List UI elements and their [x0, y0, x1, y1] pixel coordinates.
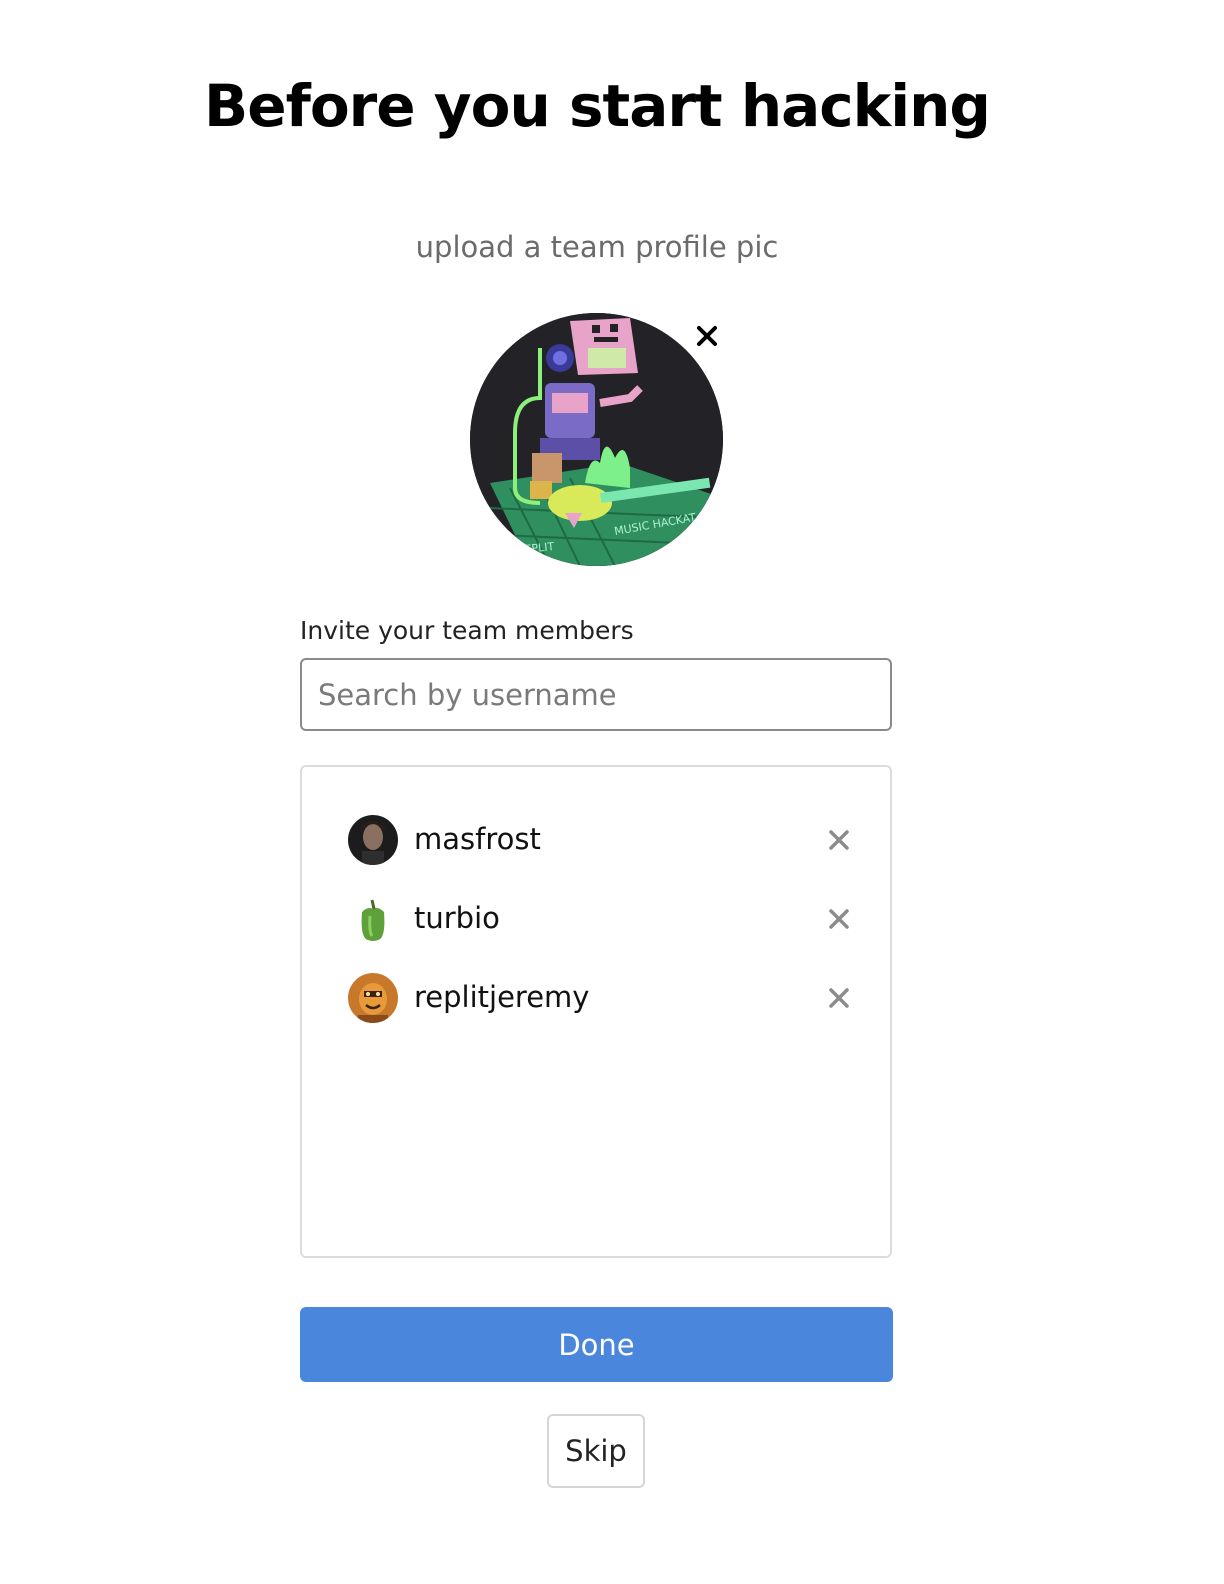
member-username: masfrost	[414, 822, 541, 856]
close-icon[interactable]	[826, 827, 852, 853]
person-avatar	[348, 815, 398, 865]
list-item: masfrost	[348, 815, 858, 865]
page-title: Before you start hacking	[204, 72, 991, 140]
upload-profile-pic-label: upload a team profile pic	[415, 230, 779, 264]
list-item: turbio	[348, 894, 858, 944]
search-input[interactable]	[300, 658, 892, 731]
member-username: turbio	[414, 901, 500, 935]
invite-team-label: Invite your team members	[300, 616, 634, 645]
robot-guitar-team-avatar: MUSIC HACKAT EPLIT	[470, 313, 723, 566]
member-username: replitjeremy	[414, 980, 590, 1014]
close-icon[interactable]	[826, 906, 852, 932]
skip-button[interactable]: Skip	[547, 1414, 645, 1488]
list-item: replitjeremy	[348, 973, 858, 1023]
close-icon[interactable]	[692, 321, 722, 351]
team-members-list: masfrost turbio replitjeremy	[300, 765, 892, 1258]
orange-character-avatar	[348, 973, 398, 1023]
done-button[interactable]: Done	[300, 1307, 893, 1382]
green-pepper-avatar	[348, 894, 398, 944]
team-profile-pic[interactable]: MUSIC HACKAT EPLIT	[470, 313, 723, 566]
close-icon[interactable]	[826, 985, 852, 1011]
